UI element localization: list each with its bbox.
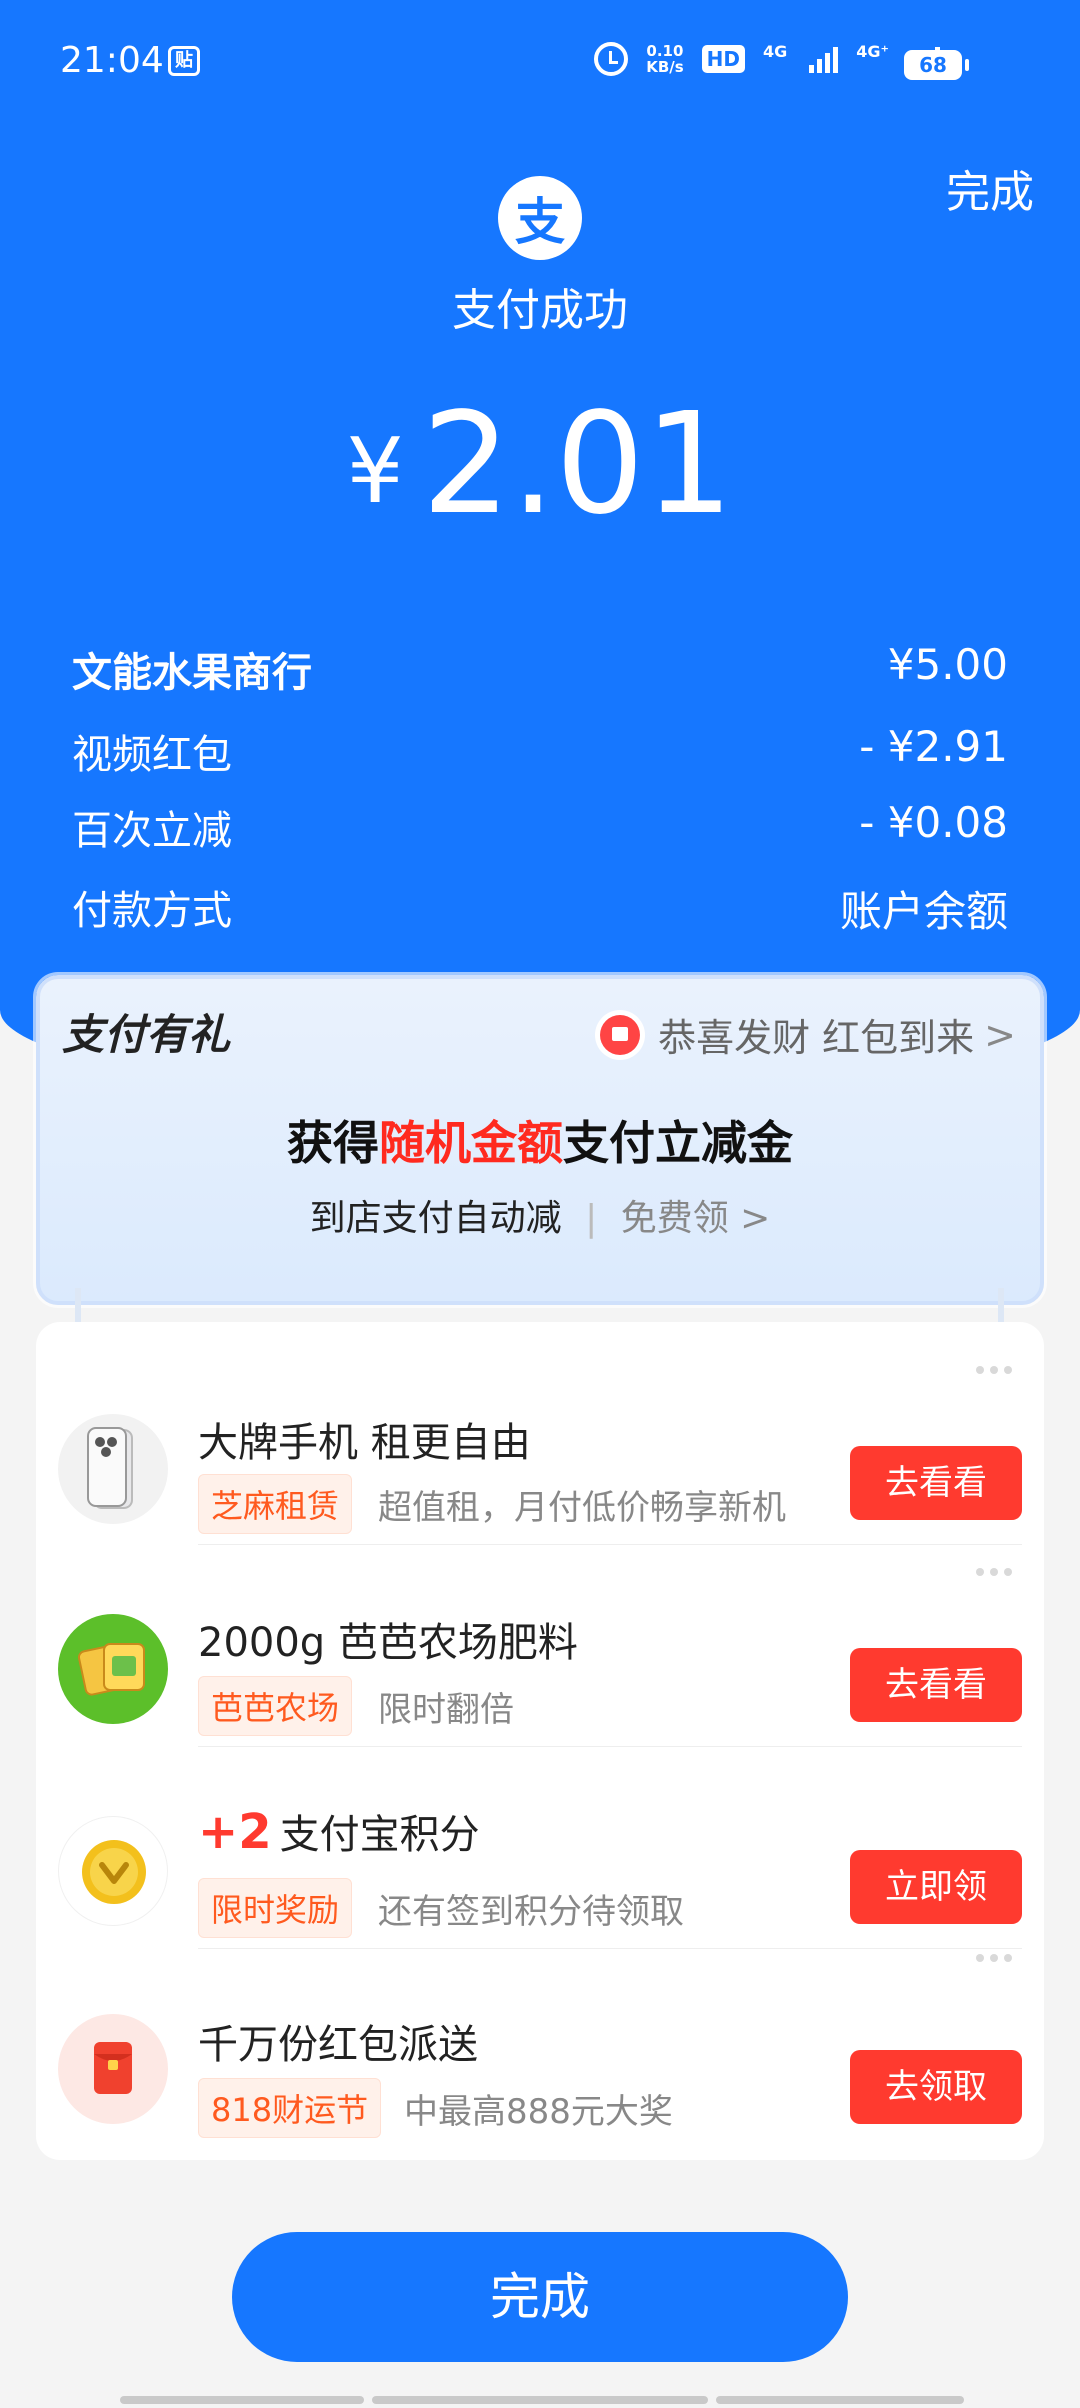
offer-desc: 限时翻倍 bbox=[378, 1690, 514, 1730]
battery-icon: 68 bbox=[904, 50, 969, 80]
network-speed-unit: KB/s bbox=[646, 58, 684, 76]
detail-row-video-redpacket: 视频红包 - ¥2.91 bbox=[72, 722, 1008, 780]
hd-icon: HD bbox=[701, 45, 746, 73]
offer-tag: 芝麻租赁 bbox=[198, 1474, 353, 1534]
offer-farm-fertilizer[interactable]: 2000g 芭芭农场肥料 芭芭农场 限时翻倍 去看看 bbox=[36, 1564, 1044, 1764]
sticker-icon: 贴 bbox=[168, 46, 200, 76]
divider bbox=[198, 1544, 1022, 1545]
done-button[interactable]: 完成 bbox=[232, 2232, 848, 2362]
sim1-label: 4G bbox=[763, 42, 788, 61]
points-coin-icon bbox=[58, 1816, 168, 1926]
phone-icon bbox=[58, 1414, 168, 1524]
promo-headline-suffix: 支付立减金 bbox=[563, 1116, 793, 1170]
promo-headline-highlight: 随机金额 bbox=[379, 1116, 563, 1170]
chevron-right-icon: > bbox=[740, 1198, 771, 1239]
points-plus: +2 bbox=[198, 1804, 272, 1860]
offer-title: 支付宝积分 bbox=[279, 1812, 480, 1858]
red-envelope-icon bbox=[600, 1014, 641, 1055]
promo-title: 支付有礼 bbox=[62, 1010, 231, 1059]
detail-row-discount: 百次立减 - ¥0.08 bbox=[72, 798, 1008, 856]
promo-subline: 到店支付自动减 | 免费领 > bbox=[40, 1189, 1040, 1241]
offer-red-packet[interactable]: 千万份红包派送 818财运节 中最高888元大奖 去领取 bbox=[36, 1954, 1044, 2168]
payment-amount: ¥2.01 bbox=[0, 390, 1080, 547]
more-options-icon[interactable] bbox=[976, 1568, 1020, 1578]
offer-title: 千万份红包派送 bbox=[198, 2022, 478, 2068]
detail-row-payment-method: 付款方式 账户余额 bbox=[72, 878, 1008, 939]
offer-alipay-points[interactable]: +2 支付宝积分 限时奖励 还有签到积分待领取 立即领 bbox=[36, 1766, 1044, 1966]
free-claim-link[interactable]: 免费领 bbox=[621, 1198, 729, 1239]
status-indicators: 0.10 KB/s HD 4G 4G⁺ bbox=[594, 42, 940, 76]
promo-separator: | bbox=[585, 1198, 598, 1239]
detail-value: - ¥2.91 bbox=[859, 722, 1008, 771]
payment-gift-card[interactable]: 支付有礼 恭喜发财 红包到来 > 获得随机金额支付立减金 到店支付自动减 | 免… bbox=[36, 975, 1044, 1305]
done-top-button[interactable]: 完成 bbox=[946, 156, 1034, 220]
detail-label: 文能水果商行 bbox=[72, 650, 312, 696]
offer-view-button[interactable]: 去看看 bbox=[850, 1446, 1022, 1520]
offer-tag: 芭芭农场 bbox=[198, 1676, 353, 1736]
offer-tag: 818财运节 bbox=[198, 2078, 382, 2138]
offer-claim-button[interactable]: 去领取 bbox=[850, 2050, 1022, 2124]
alipay-logo-icon: 支 bbox=[498, 176, 582, 260]
red-packet-icon bbox=[58, 2014, 168, 2124]
offer-title: 2000g 芭芭农场肥料 bbox=[198, 1620, 578, 1666]
alarm-icon bbox=[594, 42, 629, 76]
promo-headline-prefix: 获得 bbox=[287, 1116, 379, 1170]
detail-label: 视频红包 bbox=[72, 732, 232, 778]
detail-value: ¥5.00 bbox=[887, 640, 1008, 689]
network-speed: 0.10 KB/s bbox=[646, 43, 683, 75]
offer-desc: 中最高888元大奖 bbox=[404, 2092, 673, 2132]
divider bbox=[198, 1948, 1022, 1949]
promo-right-text: 恭喜发财 红包到来 bbox=[658, 1016, 975, 1060]
signal-icon bbox=[809, 45, 839, 73]
amount-value: 2.01 bbox=[421, 383, 734, 546]
offer-title: 大牌手机 租更自由 bbox=[198, 1420, 531, 1466]
gesture-bar bbox=[120, 2396, 964, 2404]
currency-symbol: ¥ bbox=[346, 419, 404, 524]
fertilizer-icon bbox=[58, 1614, 168, 1724]
chevron-right-icon: > bbox=[984, 1012, 1016, 1057]
promo-redpacket-link[interactable]: 恭喜发财 红包到来 > bbox=[600, 1007, 1016, 1062]
offers-list: 大牌手机 租更自由 芝麻租赁 超值租，月付低价畅享新机 去看看 2000g 芭芭… bbox=[36, 1322, 1044, 2160]
detail-value: 账户余额 bbox=[839, 887, 1008, 936]
detail-label: 百次立减 bbox=[72, 808, 232, 854]
divider bbox=[198, 1746, 1022, 1747]
offer-phone-rental[interactable]: 大牌手机 租更自由 芝麻租赁 超值租，月付低价畅享新机 去看看 bbox=[36, 1362, 1044, 1562]
detail-value: - ¥0.08 bbox=[859, 798, 1008, 847]
status-time: 21:04 bbox=[60, 40, 164, 81]
offer-claim-button[interactable]: 立即领 bbox=[850, 1850, 1022, 1924]
detail-label: 付款方式 bbox=[72, 888, 232, 934]
more-options-icon[interactable] bbox=[976, 1366, 1020, 1376]
offer-title-wrap: +2 支付宝积分 bbox=[198, 1802, 480, 1860]
status-bar: 21:04 贴 0.10 KB/s HD 4G 4G⁺ 68 bbox=[0, 0, 1080, 125]
promo-headline: 获得随机金额支付立减金 bbox=[40, 1107, 1040, 1173]
offer-desc: 还有签到积分待领取 bbox=[378, 1892, 684, 1932]
promo-sub-text: 到店支付自动减 bbox=[309, 1198, 562, 1239]
payment-success-title: 支付成功 bbox=[452, 285, 628, 336]
offer-view-button[interactable]: 去看看 bbox=[850, 1648, 1022, 1722]
offer-tag: 限时奖励 bbox=[198, 1878, 353, 1938]
offer-desc: 超值租，月付低价畅享新机 bbox=[378, 1488, 786, 1528]
sim2-label: 4G⁺ bbox=[856, 42, 889, 61]
more-options-icon[interactable] bbox=[976, 1954, 1020, 1964]
detail-row-merchant: 文能水果商行 ¥5.00 bbox=[72, 640, 1008, 698]
